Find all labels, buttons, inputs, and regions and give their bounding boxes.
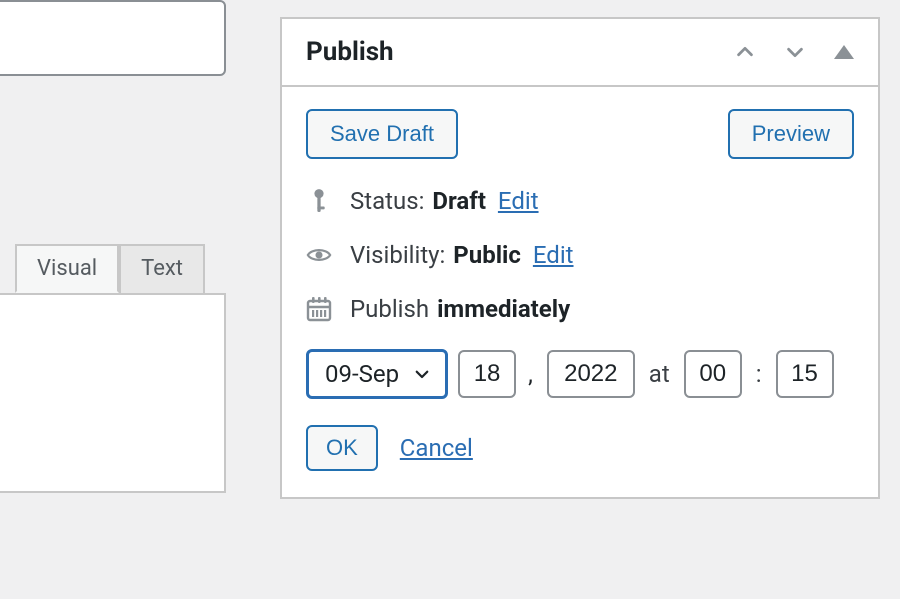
tab-visual-label: Visual: [37, 256, 97, 281]
collapse-panel-icon[interactable]: [834, 45, 854, 59]
day-input[interactable]: [458, 350, 516, 398]
cancel-link[interactable]: Cancel: [400, 434, 473, 462]
editor-pane[interactable]: [0, 293, 226, 493]
schedule-date-row: 09-Sep , at :: [306, 349, 854, 399]
visibility-edit-link[interactable]: Edit: [533, 241, 574, 269]
status-edit-link[interactable]: Edit: [498, 187, 539, 215]
move-down-icon[interactable]: [784, 41, 806, 63]
save-draft-button[interactable]: Save Draft: [306, 109, 458, 159]
editor-tabs: Visual Text: [15, 244, 205, 293]
schedule-label: Publish: [350, 295, 429, 323]
status-row: Status: Draft Edit: [306, 187, 854, 215]
ok-label: OK: [326, 435, 358, 460]
publish-top-buttons: Save Draft Preview: [306, 109, 854, 159]
year-input[interactable]: [547, 350, 635, 398]
tab-text-label: Text: [141, 256, 183, 281]
move-up-icon[interactable]: [734, 41, 756, 63]
comma-separator: ,: [526, 360, 537, 388]
save-draft-label: Save Draft: [330, 121, 434, 147]
tab-text[interactable]: Text: [119, 244, 205, 293]
ok-button[interactable]: OK: [306, 425, 378, 471]
key-icon: [306, 187, 332, 215]
editor-column: Visual Text: [0, 0, 260, 599]
month-select-value: 09-Sep: [325, 360, 399, 388]
publish-panel-body: Save Draft Preview Status: Draft Edit Vi: [282, 87, 878, 497]
post-title-input[interactable]: [0, 0, 226, 76]
status-value: Draft: [432, 187, 486, 215]
visibility-label: Visibility:: [350, 241, 445, 269]
minute-input[interactable]: [776, 350, 834, 398]
preview-label: Preview: [752, 121, 830, 147]
visibility-row: Visibility: Public Edit: [306, 241, 854, 269]
eye-icon: [306, 245, 332, 265]
month-select[interactable]: 09-Sep: [306, 349, 448, 399]
schedule-value: immediately: [437, 295, 570, 323]
chevron-down-icon: [413, 365, 431, 383]
time-colon: :: [752, 360, 766, 388]
publish-panel: Publish Save Draft Preview: [280, 17, 880, 499]
at-label: at: [645, 360, 674, 388]
schedule-confirm-row: OK Cancel: [306, 425, 854, 471]
hour-input[interactable]: [684, 350, 742, 398]
publish-panel-title: Publish: [306, 37, 394, 67]
preview-button[interactable]: Preview: [728, 109, 854, 159]
schedule-row: Publish immediately: [306, 295, 854, 323]
calendar-icon: [306, 296, 332, 322]
tab-visual[interactable]: Visual: [15, 244, 119, 293]
visibility-value: Public: [453, 241, 521, 269]
publish-panel-header: Publish: [282, 19, 878, 87]
panel-toggle-group: [734, 41, 854, 63]
status-label: Status:: [350, 187, 424, 215]
